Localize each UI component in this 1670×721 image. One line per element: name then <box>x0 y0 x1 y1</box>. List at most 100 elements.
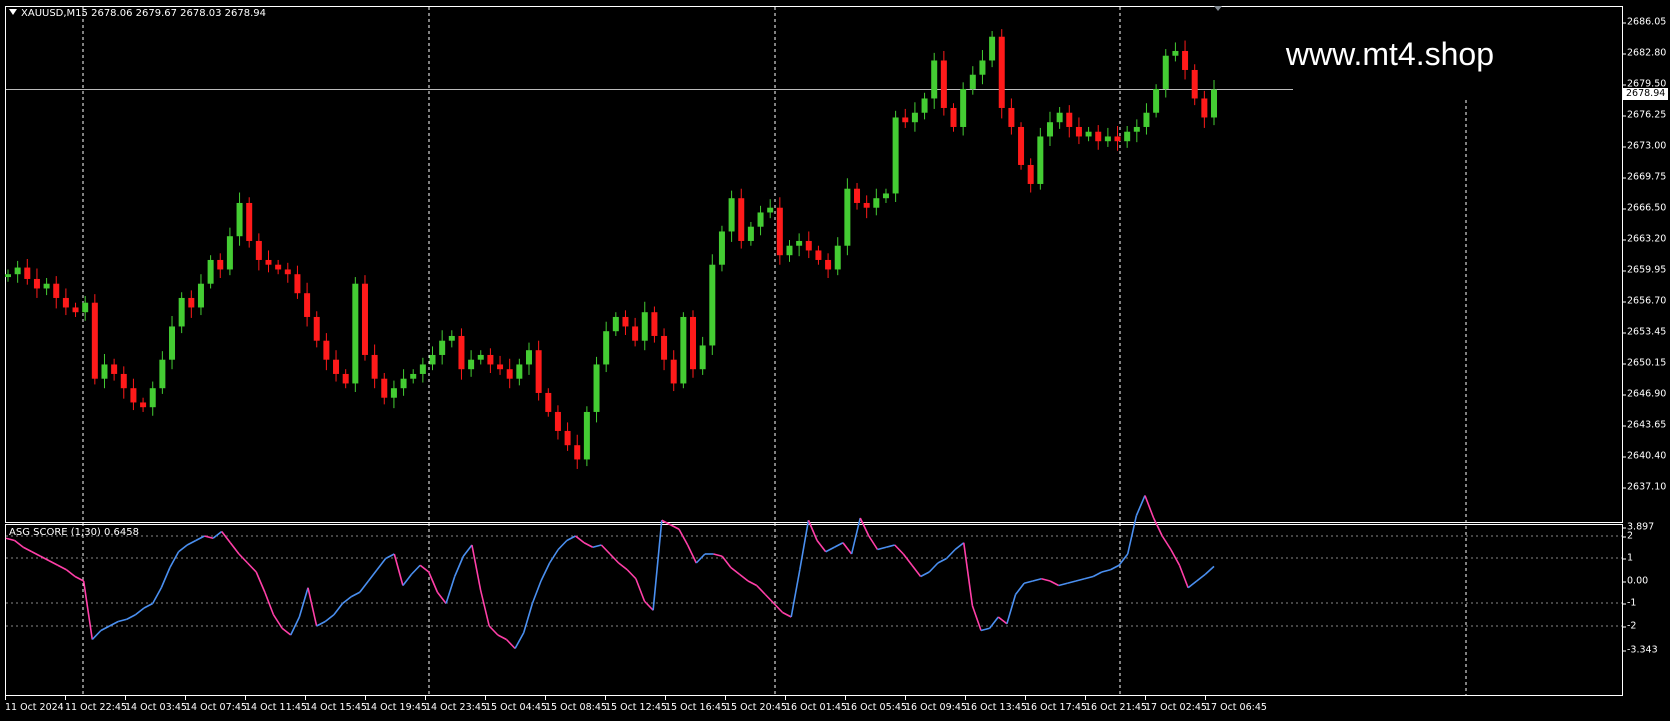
indicator-segment <box>109 620 119 627</box>
indicator-segment <box>1023 580 1034 585</box>
symbol-header-text: XAUUSD,M15 2678.06 2679.67 2678.03 2678.… <box>21 8 267 19</box>
indicator-segment <box>57 564 67 571</box>
time-tick: 16 Oct 13:45 <box>965 696 1027 713</box>
indicator-segment <box>1084 575 1094 580</box>
indicator-segment <box>471 544 482 591</box>
time-tick: 14 Oct 23:45 <box>425 696 487 713</box>
indicator-segment <box>445 576 456 604</box>
indicator-segment <box>143 602 154 609</box>
indicator-segment <box>954 542 965 551</box>
indicator-segment <box>730 566 740 575</box>
price-tick: 2666.50 <box>1621 202 1667 214</box>
indicator-segment <box>229 542 240 555</box>
indicator-segment <box>1152 517 1163 537</box>
indicator-segment <box>592 544 602 549</box>
indicator-segment <box>436 591 447 604</box>
price-tick: 2650.15 <box>1621 357 1667 369</box>
chevron-down-icon[interactable] <box>9 9 17 15</box>
indicator-segment <box>169 551 180 568</box>
indicator-segment <box>298 587 309 618</box>
time-tick: 16 Oct 01:45 <box>785 696 847 713</box>
indicator-segment <box>557 539 568 551</box>
time-tick: 15 Oct 16:45 <box>665 696 727 713</box>
indicator-segment <box>635 578 646 602</box>
indicator-segment <box>462 544 473 557</box>
indicator-segment <box>410 564 421 575</box>
price-tick: 2656.70 <box>1621 295 1667 307</box>
indicator-segment <box>195 535 205 542</box>
indicator-segment <box>1014 582 1025 595</box>
indicator-tick: -3.343 <box>1622 644 1658 656</box>
time-tick: 17 Oct 02:45 <box>1145 696 1207 713</box>
indicator-segment <box>514 632 525 649</box>
indicator-tick: 0.00 <box>1621 575 1649 587</box>
indicator-segment <box>186 539 197 546</box>
time-tick: 17 Oct 06:45 <box>1205 696 1267 713</box>
indicator-segment <box>1110 564 1120 571</box>
indicator-segment <box>989 616 999 629</box>
indicator-segment <box>505 638 516 650</box>
price-tick: 2659.95 <box>1621 264 1667 276</box>
indicator-segment <box>359 580 370 593</box>
indicator-segment <box>367 569 378 582</box>
indicator-segment <box>1204 565 1215 575</box>
indicator-segment <box>859 517 870 537</box>
indicator-segment <box>764 593 775 605</box>
indicator-tick: -2 <box>1621 620 1637 632</box>
indicator-segment <box>333 603 344 616</box>
indicator-segment <box>376 558 387 571</box>
indicator-segment <box>850 517 862 555</box>
time-tick: 11 Oct 2024 <box>5 696 64 713</box>
indicator-segment <box>393 553 404 586</box>
indicator-segment <box>22 546 33 553</box>
symbol-header[interactable]: XAUUSD,M15 2678.06 2679.67 2678.03 2678.… <box>9 8 266 19</box>
indicator-segment <box>126 614 136 620</box>
indicator-segment <box>350 591 361 598</box>
indicator-segment <box>609 553 620 564</box>
indicator-segment <box>661 519 671 526</box>
indicator-segment <box>479 589 490 627</box>
price-tick: 2643.65 <box>1621 419 1667 431</box>
price-tick: 2673.00 <box>1621 140 1667 152</box>
indicator-segment <box>1075 577 1085 582</box>
indicator-segment <box>160 567 171 589</box>
indicator-segment <box>962 542 974 606</box>
indicator-segment <box>652 520 663 611</box>
indicator-segment <box>316 620 326 627</box>
indicator-segment <box>799 520 810 570</box>
time-tick: 15 Oct 08:45 <box>545 696 607 713</box>
indicator-segment <box>1196 573 1206 582</box>
indicator-segment <box>945 548 956 560</box>
indicator-segment <box>937 557 947 564</box>
indicator-segment <box>117 618 128 623</box>
indicator-segment <box>48 560 59 566</box>
indicator-segment <box>453 555 465 577</box>
indicator-segment <box>255 571 266 593</box>
indicator-segment <box>264 591 275 616</box>
indicator-segment <box>100 625 110 632</box>
time-tick: 16 Oct 05:45 <box>845 696 907 713</box>
indicator-segment <box>928 562 939 573</box>
price-tick: 2640.40 <box>1621 450 1667 462</box>
indicator-segment <box>385 553 395 560</box>
indicator-segment <box>281 627 292 636</box>
indicator-segment <box>816 540 827 553</box>
time-tick: 15 Oct 12:45 <box>605 696 667 713</box>
time-tick: 14 Oct 19:45 <box>365 696 427 713</box>
indicator-segment <box>678 528 689 546</box>
indicator-segment <box>842 542 853 555</box>
indicator-segment <box>522 603 534 633</box>
indicator-segment <box>825 546 835 553</box>
indicator-segment <box>1058 582 1068 587</box>
time-tick: 16 Oct 09:45 <box>905 696 967 713</box>
indicator-segment <box>488 625 499 636</box>
indicator-segment <box>877 546 887 551</box>
indicator-segment <box>272 614 283 629</box>
time-tick: 14 Oct 11:45 <box>245 696 307 713</box>
indicator-segment <box>713 553 723 558</box>
indicator-segment <box>747 580 758 587</box>
indicator-segment <box>971 605 982 631</box>
price-tick: 2676.25 <box>1621 109 1667 121</box>
indicator-segment <box>428 571 439 593</box>
indicator-segment <box>1187 580 1198 589</box>
